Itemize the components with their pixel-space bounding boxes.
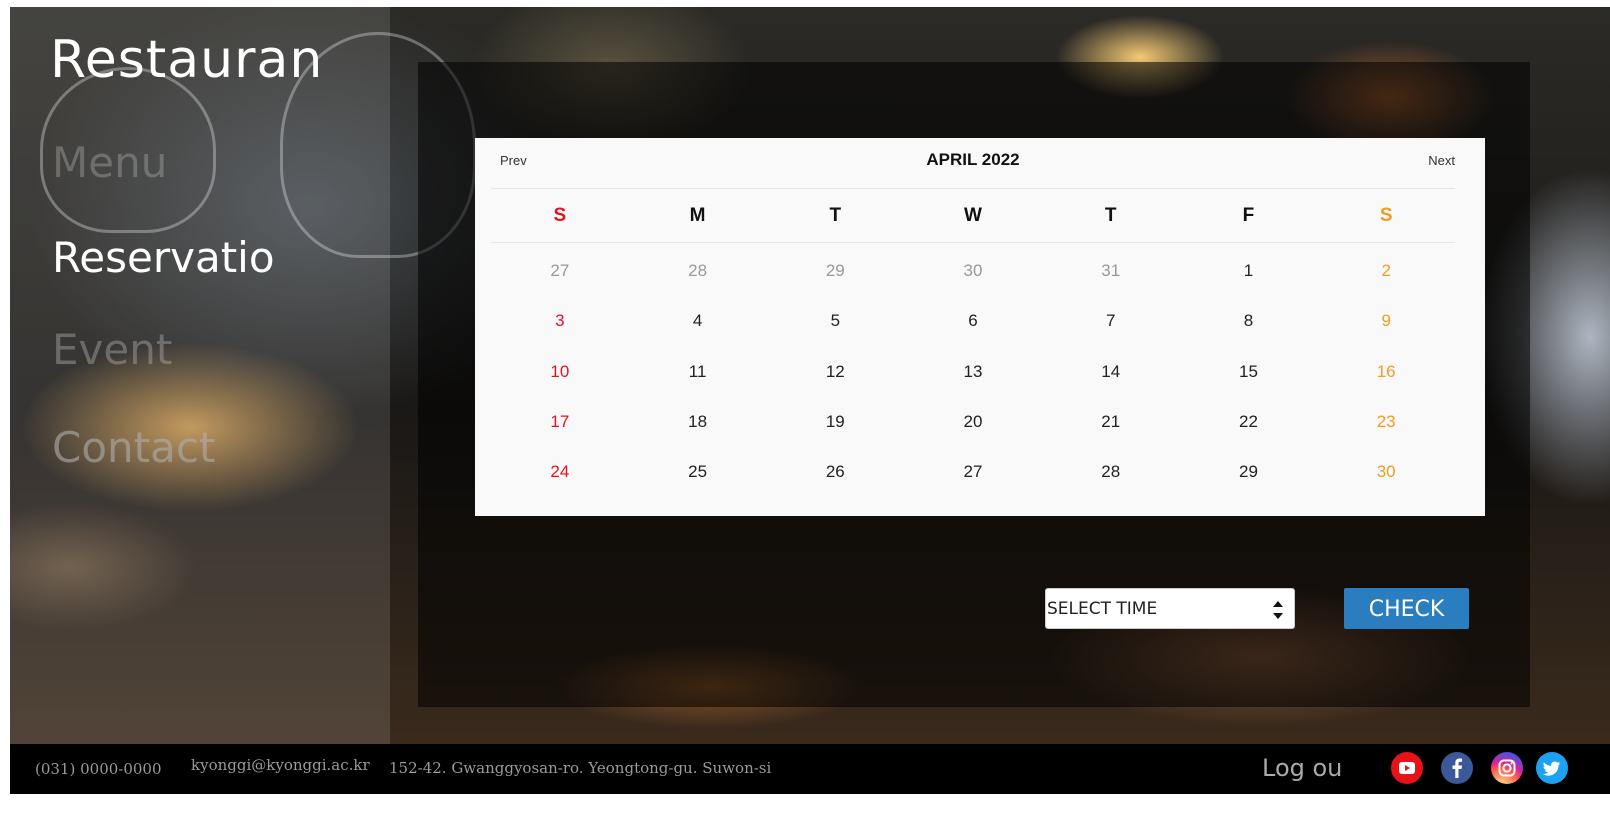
calendar-day[interactable]: 8 xyxy=(1180,296,1318,346)
calendar-day[interactable]: 14 xyxy=(1042,347,1180,397)
check-button[interactable]: CHECK xyxy=(1344,588,1469,629)
youtube-icon[interactable] xyxy=(1391,752,1423,784)
calendar-day[interactable]: 27 xyxy=(491,246,629,296)
next-month-button[interactable]: Next xyxy=(1428,153,1455,168)
calendar-header: Prev APRIL 2022 Next xyxy=(491,138,1455,189)
calendar-day[interactable]: 13 xyxy=(904,347,1042,397)
nav-item-event[interactable]: Event xyxy=(52,325,172,374)
footer-phone: (031) 0000-0000 xyxy=(35,760,162,778)
weekday-header-row: S M T W T F S xyxy=(491,189,1455,243)
chevron-updown-icon xyxy=(1273,601,1283,619)
calendar-day[interactable]: 31 xyxy=(1042,246,1180,296)
footer: (031) 0000-0000 kyonggi@kyonggi.ac.kr 15… xyxy=(10,744,1610,794)
calendar-day[interactable]: 29 xyxy=(766,246,904,296)
calendar-day[interactable]: 1 xyxy=(1180,246,1318,296)
weekday-monday: M xyxy=(689,205,706,226)
calendar-day[interactable]: 30 xyxy=(1317,447,1455,497)
calendar-day[interactable]: 23 xyxy=(1317,397,1455,447)
calendar-day[interactable]: 18 xyxy=(629,397,767,447)
calendar: Prev APRIL 2022 Next S M T W T F S 27 28… xyxy=(475,138,1485,516)
calendar-day[interactable]: 27 xyxy=(904,447,1042,497)
calendar-day[interactable]: 24 xyxy=(491,447,629,497)
nav-item-menu[interactable]: Menu xyxy=(52,138,167,187)
twitter-icon[interactable] xyxy=(1536,752,1568,784)
calendar-day[interactable]: 20 xyxy=(904,397,1042,447)
calendar-week: 10 11 12 13 14 15 16 xyxy=(491,347,1455,397)
weekday-wednesday: W xyxy=(964,205,982,226)
weekday-friday: F xyxy=(1242,205,1255,226)
calendar-day[interactable]: 17 xyxy=(491,397,629,447)
calendar-day[interactable]: 28 xyxy=(1042,447,1180,497)
calendar-day[interactable]: 10 xyxy=(491,347,629,397)
calendar-day[interactable]: 25 xyxy=(629,447,767,497)
nav-item-contact[interactable]: Contact xyxy=(52,423,215,472)
calendar-day[interactable]: 29 xyxy=(1180,447,1318,497)
calendar-day[interactable]: 30 xyxy=(904,246,1042,296)
calendar-day[interactable]: 6 xyxy=(904,296,1042,346)
calendar-day[interactable]: 19 xyxy=(766,397,904,447)
calendar-day[interactable]: 9 xyxy=(1317,296,1455,346)
calendar-week: 3 4 5 6 7 8 9 xyxy=(491,296,1455,346)
calendar-day[interactable]: 22 xyxy=(1180,397,1318,447)
weekday-saturday: S xyxy=(1379,205,1393,226)
calendar-day[interactable]: 5 xyxy=(766,296,904,346)
select-time-value: SELECT TIME xyxy=(1047,599,1158,619)
weekday-tuesday: T xyxy=(829,205,842,226)
facebook-icon[interactable] xyxy=(1441,752,1473,784)
weekday-thursday: T xyxy=(1104,205,1117,226)
calendar-day[interactable]: 15 xyxy=(1180,347,1318,397)
calendar-day[interactable]: 7 xyxy=(1042,296,1180,346)
logout-link[interactable]: Log ou xyxy=(1262,754,1342,782)
calendar-day[interactable]: 21 xyxy=(1042,397,1180,447)
calendar-week: 24 25 26 27 28 29 30 xyxy=(491,447,1455,497)
select-time-dropdown[interactable]: SELECT TIME xyxy=(1045,588,1295,629)
nav-item-reservation[interactable]: Reservatio xyxy=(52,233,275,282)
calendar-day[interactable]: 28 xyxy=(629,246,767,296)
month-title: APRIL 2022 xyxy=(926,150,1020,169)
calendar-week: 27 28 29 30 31 1 2 xyxy=(491,246,1455,296)
calendar-day[interactable]: 16 xyxy=(1317,347,1455,397)
calendar-day[interactable]: 2 xyxy=(1317,246,1455,296)
footer-email[interactable]: kyonggi@kyonggi.ac.kr xyxy=(191,756,370,774)
calendar-day[interactable]: 3 xyxy=(491,296,629,346)
calendar-day[interactable]: 11 xyxy=(629,347,767,397)
footer-address: 152-42. Gwanggyosan-ro. Yeongtong-gu. Su… xyxy=(389,759,772,777)
sidebar xyxy=(10,7,390,744)
calendar-day[interactable]: 4 xyxy=(629,296,767,346)
calendar-day[interactable]: 12 xyxy=(766,347,904,397)
calendar-grid: 27 28 29 30 31 1 2 3 4 5 6 7 8 9 10 11 1… xyxy=(491,246,1455,497)
calendar-week: 17 18 19 20 21 22 23 xyxy=(491,397,1455,447)
brand-title: Restauran xyxy=(50,30,324,90)
weekday-sunday: S xyxy=(553,205,567,226)
instagram-icon[interactable] xyxy=(1491,752,1523,784)
calendar-day[interactable]: 26 xyxy=(766,447,904,497)
